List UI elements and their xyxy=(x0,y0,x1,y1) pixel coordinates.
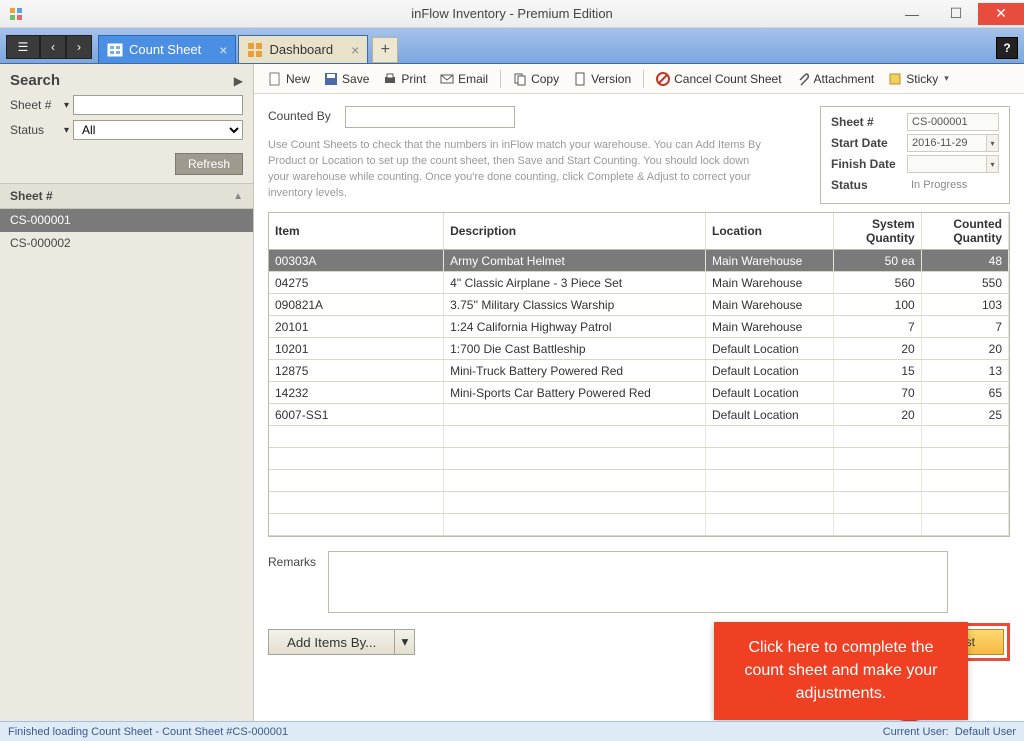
tab-label: Dashboard xyxy=(269,42,333,57)
add-items-button[interactable]: Add Items By... xyxy=(268,629,395,655)
status-user-value: Default User xyxy=(955,726,1016,738)
minimize-button[interactable]: — xyxy=(890,3,934,25)
col-location[interactable]: Location xyxy=(706,213,834,250)
info-status-value: In Progress xyxy=(907,176,999,194)
table-row-empty[interactable] xyxy=(269,514,1009,536)
menu-button[interactable]: ☰ xyxy=(6,35,40,59)
search-title: Search xyxy=(10,72,60,89)
info-sheet-value[interactable]: CS-000001 xyxy=(907,113,999,131)
sticky-button[interactable]: Sticky▾ xyxy=(882,69,955,89)
info-start-label: Start Date xyxy=(831,136,907,150)
status-bar: Finished loading Count Sheet - Count She… xyxy=(0,721,1024,741)
sheet-list-header[interactable]: Sheet # ▲ xyxy=(0,183,253,209)
items-grid: Item Description Location System Quantit… xyxy=(268,212,1010,537)
dropdown-icon: ▾ xyxy=(944,73,949,84)
filter-sheet-input[interactable] xyxy=(73,95,243,115)
attachment-button[interactable]: Attachment xyxy=(790,69,881,89)
counted-by-label: Counted By xyxy=(268,106,331,123)
app-logo-icon xyxy=(8,6,24,22)
new-tab-button[interactable]: + xyxy=(372,37,398,63)
help-text: Use Count Sheets to check that the numbe… xyxy=(268,138,768,202)
print-button[interactable]: Print xyxy=(377,69,432,89)
date-dropdown-icon[interactable]: ▾ xyxy=(987,155,999,173)
info-sheet-label: Sheet # xyxy=(831,115,907,129)
dropdown-icon[interactable]: ▾ xyxy=(64,125,69,136)
tab-dashboard[interactable]: Dashboard × xyxy=(238,35,368,63)
new-button[interactable]: New xyxy=(262,69,316,89)
tab-strip: ☰ ‹ › Count Sheet × Dashboard × + ? xyxy=(0,28,1024,64)
window-title: inFlow Inventory - Premium Edition xyxy=(411,6,613,21)
table-row[interactable]: 00303AArmy Combat HelmetMain Warehouse50… xyxy=(269,250,1009,272)
copy-icon xyxy=(513,72,527,86)
table-row-empty[interactable] xyxy=(269,448,1009,470)
save-icon xyxy=(324,72,338,86)
nav-back-button[interactable]: ‹ xyxy=(40,35,66,59)
info-finish-value[interactable] xyxy=(907,155,987,173)
nav-forward-button[interactable]: › xyxy=(66,35,92,59)
add-items-dropdown[interactable]: ▾ xyxy=(395,629,415,655)
save-button[interactable]: Save xyxy=(318,69,375,89)
sort-asc-icon: ▲ xyxy=(233,191,243,202)
close-button[interactable]: ✕ xyxy=(978,3,1024,25)
new-icon xyxy=(268,72,282,86)
table-row-empty[interactable] xyxy=(269,470,1009,492)
attachment-icon xyxy=(796,72,810,86)
info-panel: Sheet #CS-000001 Start Date2016-11-29▾ F… xyxy=(820,106,1010,204)
window-titlebar: inFlow Inventory - Premium Edition — ☐ ✕ xyxy=(0,0,1024,28)
collapse-arrow-icon[interactable]: ▶ xyxy=(234,74,243,88)
email-icon xyxy=(440,72,454,86)
tab-count-sheet[interactable]: Count Sheet × xyxy=(98,35,236,63)
version-button[interactable]: Version xyxy=(567,69,637,89)
status-user-label: Current User: xyxy=(883,726,949,738)
sheet-list-item[interactable]: CS-000002 xyxy=(0,232,253,255)
cancel-icon xyxy=(656,72,670,86)
table-row[interactable]: 14232Mini-Sports Car Battery Powered Red… xyxy=(269,382,1009,404)
col-system-quantity[interactable]: System Quantity xyxy=(834,213,921,250)
tab-close-icon[interactable]: × xyxy=(219,42,227,58)
table-row[interactable]: 090821A3.75'' Military Classics WarshipM… xyxy=(269,294,1009,316)
dashboard-icon xyxy=(247,42,263,58)
sheet-list-item[interactable]: CS-000001 xyxy=(0,209,253,232)
remarks-label: Remarks xyxy=(268,551,316,569)
col-description[interactable]: Description xyxy=(444,213,706,250)
counted-by-input[interactable] xyxy=(345,106,515,128)
instruction-callout: Click here to complete the count sheet a… xyxy=(714,622,968,720)
search-sidebar: Search ▶ Sheet # ▾ Status ▾ All Refresh … xyxy=(0,64,254,721)
info-finish-label: Finish Date xyxy=(831,157,907,171)
table-row[interactable]: 201011:24 California Highway PatrolMain … xyxy=(269,316,1009,338)
help-button[interactable]: ? xyxy=(996,37,1018,59)
print-icon xyxy=(383,72,397,86)
filter-status-label: Status xyxy=(10,123,62,137)
cancel-button[interactable]: Cancel Count Sheet xyxy=(650,69,787,89)
count-sheet-icon xyxy=(107,42,123,58)
table-row[interactable]: 12875Mini-Truck Battery Powered RedDefau… xyxy=(269,360,1009,382)
col-counted-quantity[interactable]: Counted Quantity xyxy=(921,213,1008,250)
tab-close-icon[interactable]: × xyxy=(351,42,359,58)
dropdown-icon[interactable]: ▾ xyxy=(64,100,69,111)
status-message: Finished loading Count Sheet - Count She… xyxy=(8,726,288,738)
table-row[interactable]: 6007-SS1Default Location2025 xyxy=(269,404,1009,426)
copy-button[interactable]: Copy xyxy=(507,69,565,89)
table-row-empty[interactable] xyxy=(269,426,1009,448)
table-row[interactable]: 102011:700 Die Cast BattleshipDefault Lo… xyxy=(269,338,1009,360)
info-start-value[interactable]: 2016-11-29 xyxy=(907,134,987,152)
document-toolbar: New Save Print Email Copy Version Cancel… xyxy=(254,64,1024,94)
sticky-icon xyxy=(888,72,902,86)
remarks-input[interactable] xyxy=(328,551,948,613)
filter-sheet-label: Sheet # xyxy=(10,98,62,112)
date-dropdown-icon[interactable]: ▾ xyxy=(987,134,999,152)
maximize-button[interactable]: ☐ xyxy=(934,3,978,25)
col-item[interactable]: Item xyxy=(269,213,444,250)
info-status-label: Status xyxy=(831,178,907,192)
sheet-list: CS-000001CS-000002 xyxy=(0,209,253,721)
version-icon xyxy=(573,72,587,86)
table-row[interactable]: 042754'' Classic Airplane - 3 Piece SetM… xyxy=(269,272,1009,294)
tab-label: Count Sheet xyxy=(129,42,201,57)
table-row-empty[interactable] xyxy=(269,492,1009,514)
refresh-button[interactable]: Refresh xyxy=(175,153,243,175)
filter-status-select[interactable]: All xyxy=(73,120,243,140)
email-button[interactable]: Email xyxy=(434,69,494,89)
